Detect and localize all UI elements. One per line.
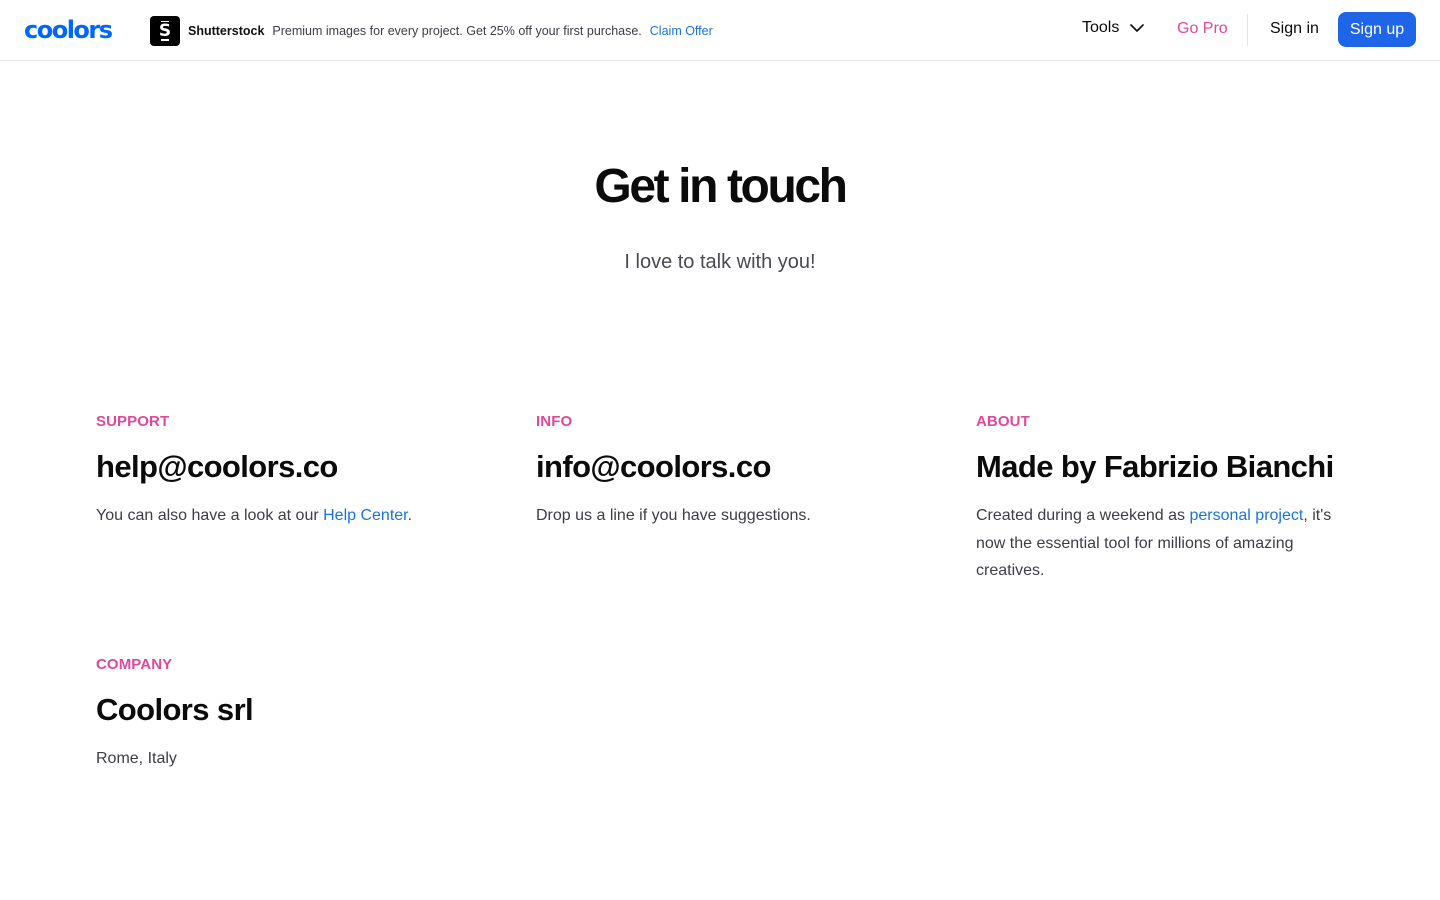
- section-description: Created during a weekend as personal pro…: [976, 502, 1356, 585]
- tools-label: Tools: [1082, 19, 1120, 36]
- support-section: SUPPORT help@coolors.co You can also hav…: [96, 412, 476, 530]
- top-navbar: coolors S Shutterstock Premium images fo…: [0, 0, 1440, 61]
- about-headline: Made by Fabrizio Bianchi: [976, 449, 1334, 484]
- chevron-down-icon: [1130, 24, 1145, 32]
- sign-in-link[interactable]: Sign in: [1270, 20, 1319, 38]
- tools-menu-button[interactable]: Tools: [1082, 19, 1145, 37]
- sponsor-brand: Shutterstock: [188, 23, 265, 38]
- sign-up-button[interactable]: Sign up: [1338, 12, 1416, 47]
- page-title: Get in touch: [594, 160, 848, 213]
- support-email[interactable]: help@coolors.co: [96, 449, 476, 485]
- company-name: Coolors srl: [96, 692, 254, 727]
- info-section: INFO info@coolors.co Drop us a line if y…: [536, 412, 916, 530]
- company-location: Rome, Italy: [96, 750, 177, 767]
- section-eyebrow: INFO: [536, 413, 573, 430]
- sponsor-text: Premium images for every project. Get 25…: [272, 23, 642, 38]
- coolors-logo[interactable]: coolors: [24, 17, 113, 43]
- help-center-link[interactable]: Help Center: [323, 507, 408, 524]
- company-section: COMPANY Coolors srl Rome, Italy: [96, 655, 476, 773]
- page-subtitle: I love to talk with you!: [624, 251, 816, 273]
- desc-text: .: [407, 507, 413, 524]
- section-description: You can also have a look at our Help Cen…: [96, 502, 476, 530]
- section-eyebrow: SUPPORT: [96, 413, 170, 430]
- section-eyebrow: ABOUT: [976, 413, 1030, 430]
- section-eyebrow: COMPANY: [96, 656, 173, 673]
- info-email[interactable]: info@coolors.co: [536, 449, 916, 485]
- claim-offer-link[interactable]: Claim Offer: [650, 24, 713, 38]
- desc-text: You can also have a look at our: [96, 507, 324, 524]
- section-description: Drop us a line if you have suggestions.: [536, 507, 811, 524]
- about-section: ABOUT Made by Fabrizio Bianchi Created d…: [976, 412, 1356, 585]
- sponsor-banner[interactable]: S Shutterstock Premium images for every …: [150, 15, 713, 46]
- nav-divider: [1247, 14, 1248, 46]
- go-pro-link[interactable]: Go Pro: [1177, 20, 1228, 38]
- desc-text: Created during a weekend as: [976, 507, 1190, 524]
- shutterstock-logo-icon: S: [150, 15, 180, 46]
- personal-project-link[interactable]: personal project: [1189, 507, 1303, 524]
